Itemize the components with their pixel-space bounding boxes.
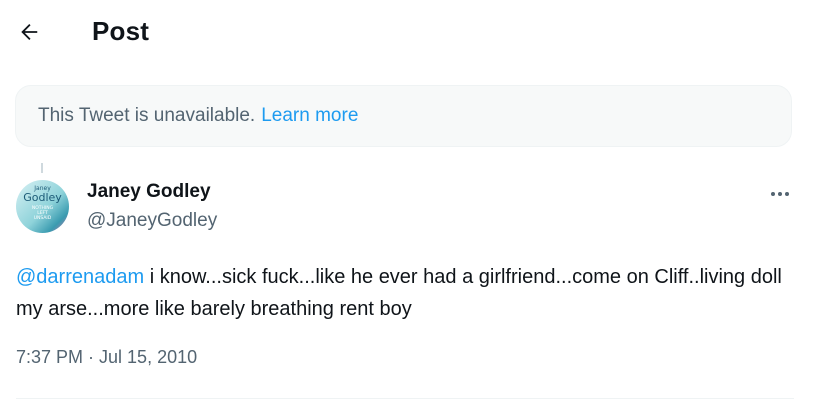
page-title: Post (92, 16, 150, 46)
divider (16, 398, 794, 399)
tweet-body: @darrenadam i know...sick fuck...like he… (16, 261, 786, 325)
more-options-button[interactable] (766, 180, 794, 208)
top-bar: Post (0, 0, 821, 64)
author-handle[interactable]: @JaneyGodley (87, 210, 217, 232)
avatar-text-line2: Godley (23, 191, 62, 204)
author-name[interactable]: Janey Godley (87, 181, 211, 203)
arrow-left-icon (21, 24, 38, 40)
unavailable-tweet-notice: This Tweet is unavailable. Learn more (15, 85, 792, 147)
notice-text: This Tweet is unavailable. (38, 105, 256, 126)
avatar[interactable]: Janey Godley NOTHING LEFT UNSAID (16, 180, 69, 233)
thread-connector (41, 163, 43, 173)
avatar-text-line5: UNSAID (34, 215, 52, 221)
mention-link[interactable]: @darrenadam (16, 266, 144, 288)
more-horizontal-icon (771, 192, 789, 196)
tweet-timestamp[interactable]: 7:37 PM · Jul 15, 2010 (16, 347, 197, 368)
learn-more-link[interactable]: Learn more (261, 105, 358, 127)
back-button[interactable] (11, 14, 47, 50)
